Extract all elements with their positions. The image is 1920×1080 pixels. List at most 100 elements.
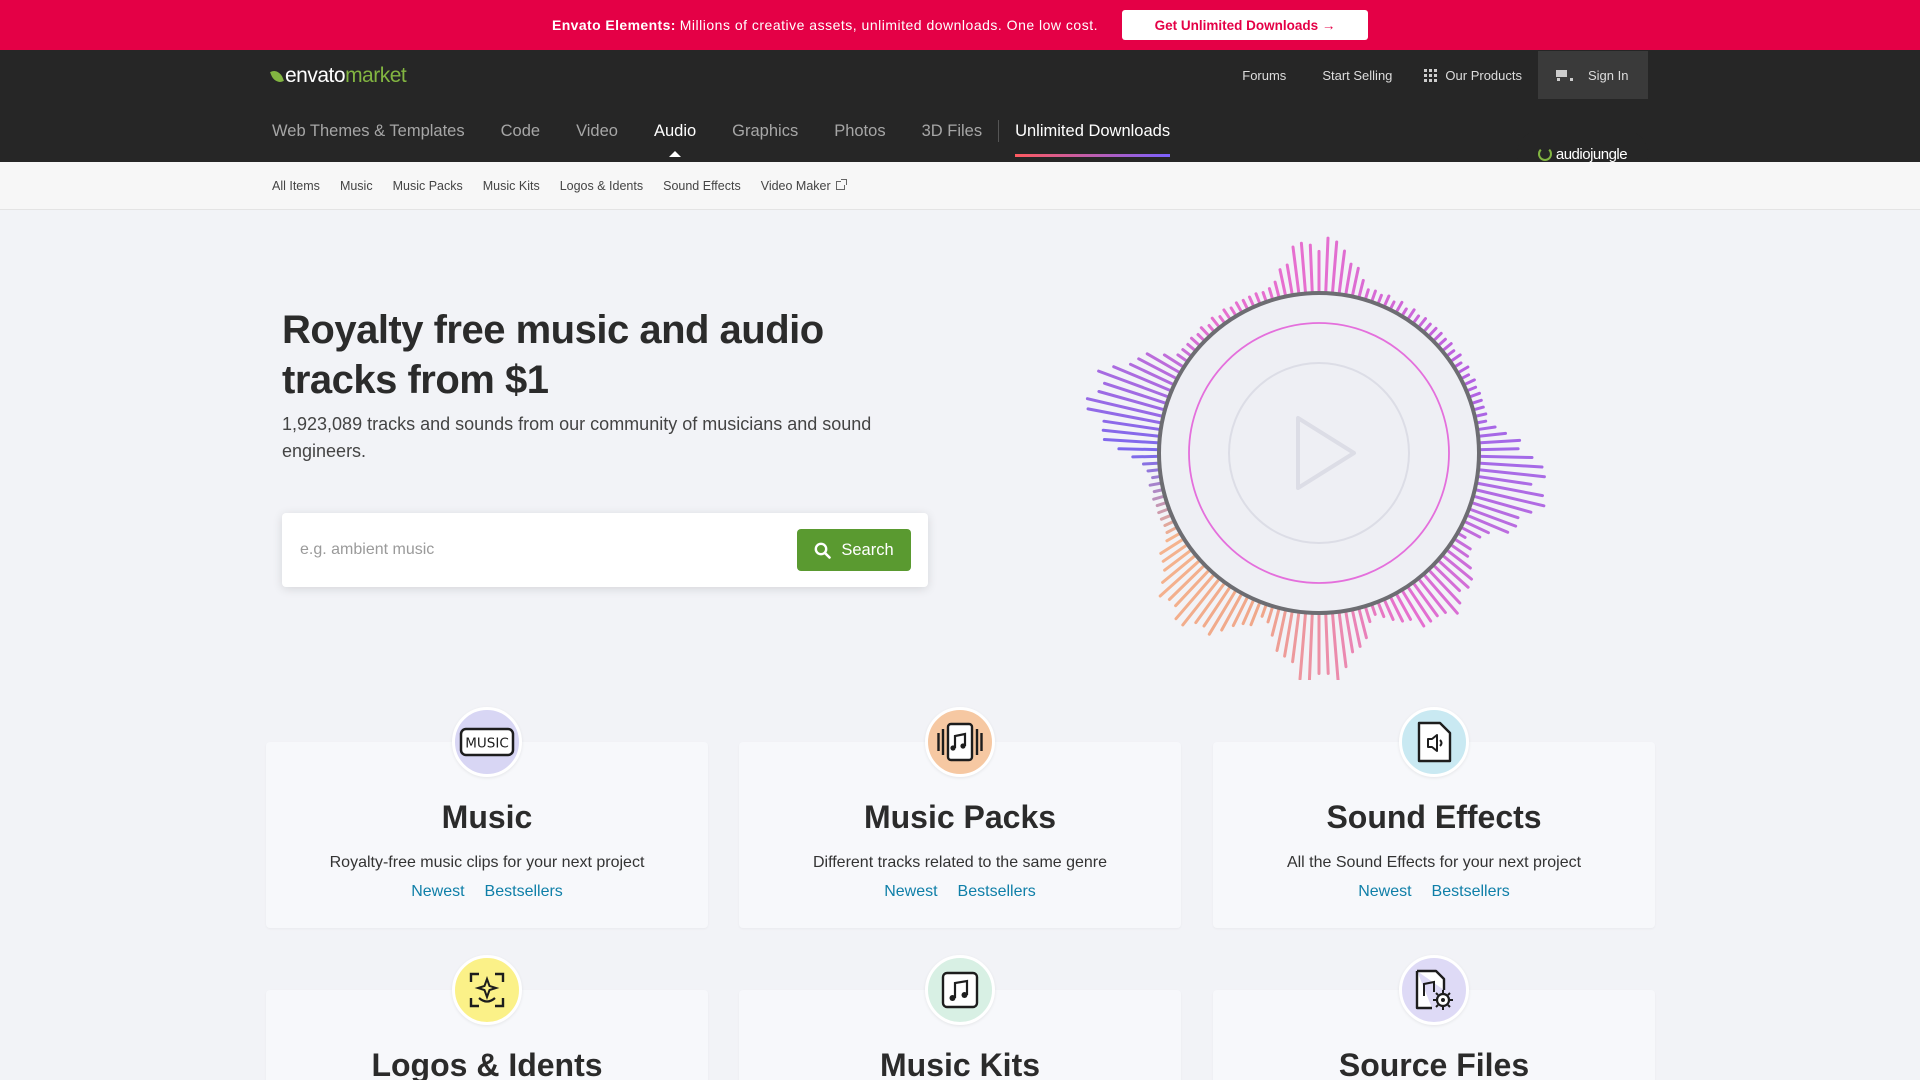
waveform-bar <box>1351 266 1360 296</box>
category-card-music-packs[interactable]: Music Packs Different tracks related to … <box>739 707 1181 928</box>
waveform-bar <box>1163 549 1192 572</box>
category-card-music-kits[interactable]: Music Kits <box>739 955 1181 1080</box>
audiojungle-label: audiojungle <box>1555 145 1628 163</box>
waveform-bar <box>1471 398 1483 405</box>
waveform-bar <box>1291 612 1301 664</box>
waveform-bar <box>1086 407 1162 425</box>
category-card-sound-effects[interactable]: Sound Effects All the Sound Effects for … <box>1213 707 1655 928</box>
category-card-logos-idents[interactable]: Logos & Idents <box>266 955 708 1080</box>
category-nav: Web Themes & Templates Code Video Audio … <box>272 118 1206 157</box>
category-web-themes[interactable]: Web Themes & Templates <box>272 122 465 141</box>
subnav-music-kits[interactable]: Music Kits <box>483 179 540 193</box>
waveform-bar <box>1222 308 1231 320</box>
audiojungle-logo-icon <box>1537 147 1552 161</box>
sign-in-link[interactable]: Sign In <box>1588 68 1628 83</box>
category-photos[interactable]: Photos <box>834 122 885 141</box>
subnav-music-packs[interactable]: Music Packs <box>393 179 463 193</box>
waveform-bar <box>1478 431 1507 438</box>
search-box: Search <box>282 513 928 587</box>
promo-banner: Envato Elements: Millions of creative as… <box>0 0 1920 50</box>
waveform-bar <box>1218 315 1226 324</box>
card-title-music: Music <box>441 799 533 835</box>
get-unlimited-downloads-button[interactable]: Get Unlimited Downloads → <box>1122 10 1368 40</box>
waveform-bar <box>1152 488 1163 494</box>
waveform-bar <box>1331 240 1339 294</box>
waveform-bar <box>1234 301 1243 313</box>
forums-link[interactable]: Forums <box>1242 68 1286 83</box>
waveform-bar <box>1165 532 1181 543</box>
waveform-bar <box>1207 324 1215 332</box>
waveform-bar <box>1461 373 1471 380</box>
music-packs-newest-link[interactable]: Newest <box>884 883 937 901</box>
waveform-bar <box>1454 361 1463 368</box>
card-links-music: Newest Bestsellers <box>266 883 708 901</box>
category-graphics[interactable]: Graphics <box>732 122 798 141</box>
music-packs-bestsellers-link[interactable]: Bestsellers <box>958 883 1036 901</box>
waveform-bar <box>1102 438 1159 445</box>
waveform-bar <box>1159 514 1172 521</box>
waveform-bar <box>1324 613 1330 675</box>
waveform-bar <box>1401 307 1408 316</box>
waveform-bar <box>1428 326 1438 337</box>
card-desc-sound-effects: All the Sound Effects for your next proj… <box>1286 854 1582 871</box>
waveform-bar <box>1446 549 1472 570</box>
sparkle-icon <box>452 955 522 1025</box>
music-bestsellers-link[interactable]: Bestsellers <box>485 883 563 901</box>
waveform-bar <box>1101 428 1160 438</box>
waveform-bar <box>1176 353 1188 362</box>
waveform-bar <box>1477 425 1497 431</box>
waveform-bar <box>1407 308 1416 320</box>
waveform-bar <box>1383 294 1391 307</box>
cart-signin-area: Sign In <box>1538 51 1648 99</box>
waveform-bar <box>1377 602 1386 619</box>
external-link-icon <box>835 179 847 190</box>
sound-effects-bestsellers-link[interactable]: Bestsellers <box>1432 883 1510 901</box>
waveform-bar <box>1442 342 1453 352</box>
waveform-bar <box>1299 241 1307 294</box>
subnav-music[interactable]: Music <box>340 179 373 193</box>
waveform-bar <box>1142 461 1159 466</box>
waveform-bar <box>1260 604 1268 618</box>
subnav-all-items[interactable]: All Items <box>272 179 320 193</box>
waveform-bar <box>1476 419 1488 425</box>
unlimited-downloads-link[interactable]: Unlimited Downloads <box>1015 122 1171 157</box>
waveform-bar <box>1433 331 1443 342</box>
waveform-bar <box>1270 608 1281 637</box>
waveform-bar <box>1479 438 1522 445</box>
waveform-bar <box>1423 322 1432 332</box>
waveform-bar <box>1157 508 1169 515</box>
waveform-bar <box>1418 317 1427 328</box>
subnav-video-maker[interactable]: Video Maker <box>761 179 847 193</box>
waveform-bar <box>1229 306 1237 316</box>
waveform-bar <box>1152 495 1165 501</box>
waveform-bar <box>1196 333 1205 342</box>
waveform-bar <box>1370 289 1377 302</box>
card-links-music-packs: Newest Bestsellers <box>739 883 1181 901</box>
subnav-sound-effects[interactable]: Sound Effects <box>663 179 741 193</box>
cart-icon[interactable] <box>1554 68 1573 82</box>
music-newest-link[interactable]: Newest <box>411 883 464 901</box>
category-code[interactable]: Code <box>501 122 540 141</box>
category-3d-files[interactable]: 3D Files <box>922 122 983 141</box>
waveform-bar <box>1261 291 1268 302</box>
our-products-button[interactable]: Our Products <box>1424 68 1522 83</box>
category-card-music[interactable]: MUSIC Music Royalty-free music clips for… <box>266 707 708 928</box>
sound-effects-newest-link[interactable]: Newest <box>1358 883 1411 901</box>
waveform-bar <box>1473 495 1533 514</box>
category-card-source-files[interactable]: Source Files <box>1213 955 1655 1080</box>
music-label-icon: MUSIC <box>452 707 522 777</box>
envato-market-logo[interactable]: envato market <box>270 64 407 88</box>
start-selling-link[interactable]: Start Selling <box>1322 68 1392 83</box>
waveform-bar <box>1469 391 1481 398</box>
search-input[interactable] <box>300 535 740 565</box>
subnav-logos-idents[interactable]: Logos & Idents <box>560 179 643 193</box>
category-video[interactable]: Video <box>576 122 618 141</box>
category-audio[interactable]: Audio <box>654 122 696 157</box>
waveform-bar <box>1383 599 1395 621</box>
search-button[interactable]: Search <box>797 529 911 571</box>
waveform-bar <box>1466 385 1478 392</box>
waveform-bar <box>1241 298 1249 310</box>
logo-envato: envato <box>285 64 346 87</box>
hero-subtitle: 1,923,089 tracks and sounds from our com… <box>282 414 872 461</box>
waveform-bar <box>1165 526 1177 534</box>
